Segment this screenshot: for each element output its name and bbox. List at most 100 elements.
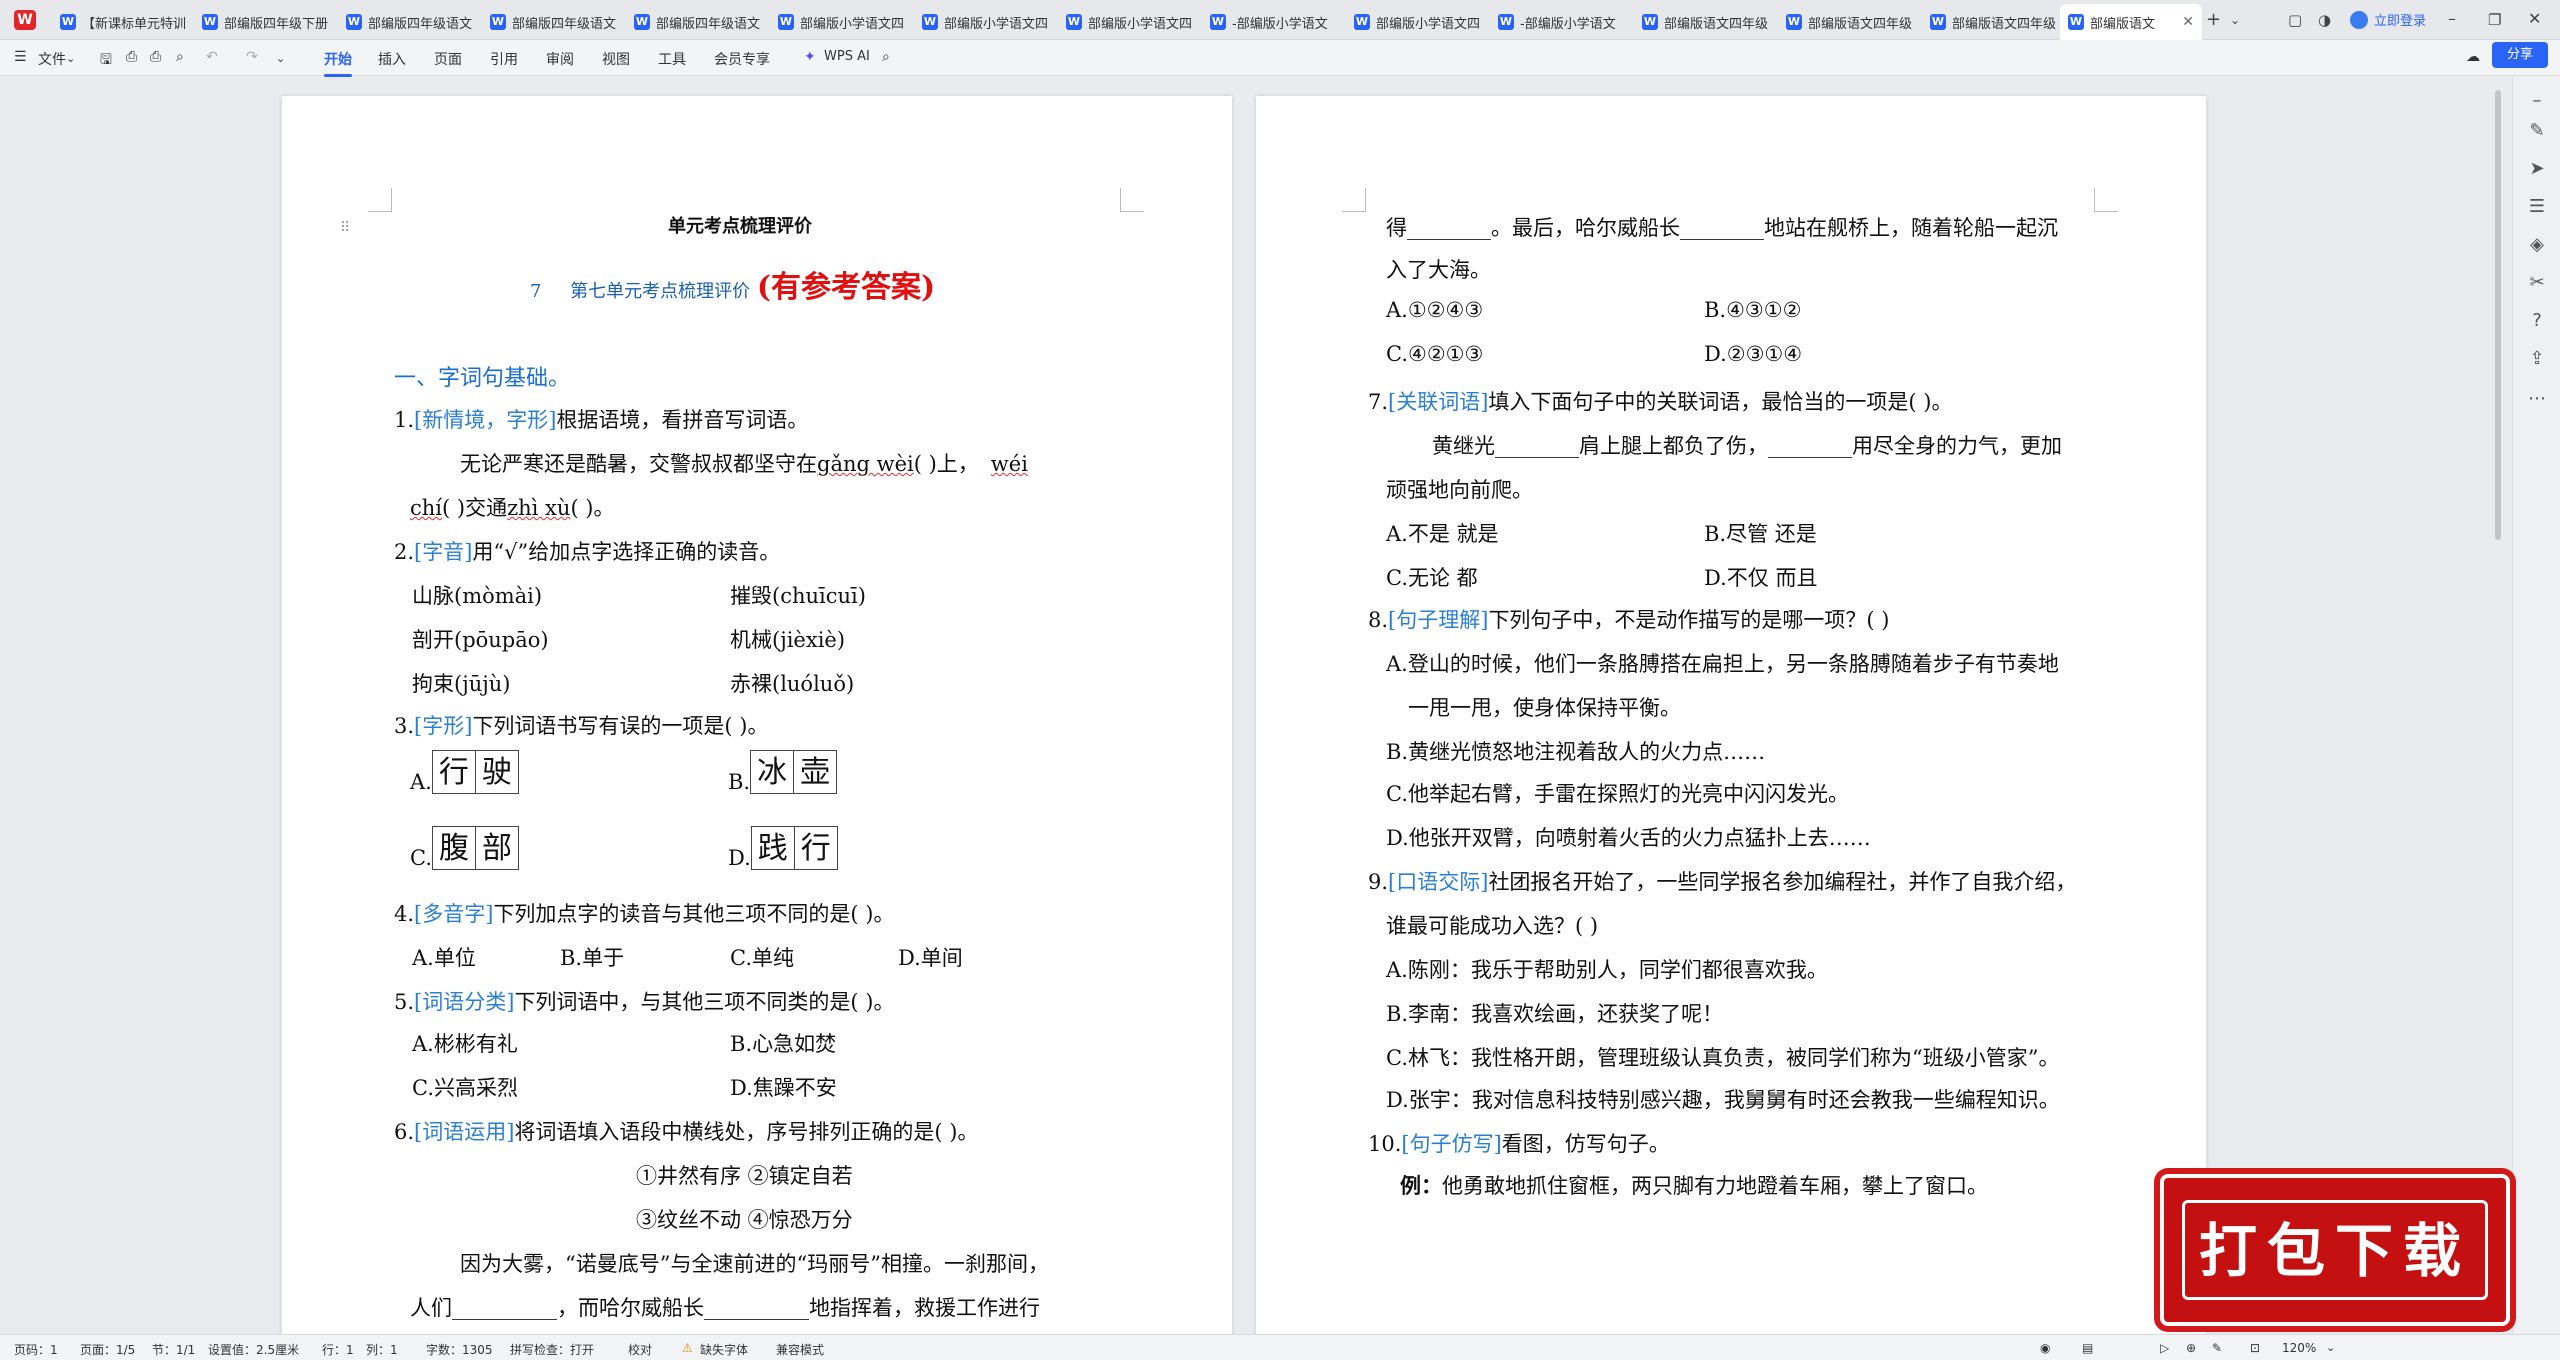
status-section[interactable]: 节：1/1	[152, 1341, 195, 1358]
document-tab[interactable]: W 部编版四年级语文	[482, 4, 624, 40]
skin-icon[interactable]: ◑	[2318, 11, 2331, 29]
right-sidebar: – ✎ ➤ ☰ ◈ ✂ ? ⇪ ⋯	[2512, 76, 2560, 1334]
wps-doc-icon: W	[1354, 14, 1370, 30]
window-restore-icon[interactable]: ▢	[2288, 11, 2302, 29]
export-pdf-icon[interactable]: ⎙	[126, 49, 137, 65]
q2-item: 摧毁(chuīcuī)	[730, 584, 866, 608]
wps-ai-icon[interactable]: ✦	[804, 49, 816, 65]
status-page[interactable]: 页码：1	[14, 1341, 58, 1358]
file-menu[interactable]: 文件	[38, 49, 66, 69]
print-icon[interactable]: ⎙	[150, 49, 161, 65]
login-button[interactable]: 立即登录	[2350, 10, 2426, 29]
document-tab[interactable]: W 部编版四年级语文	[626, 4, 768, 40]
status-spell-check[interactable]: 拼写检查：打开	[510, 1341, 594, 1358]
tools-icon[interactable]: ✂	[2527, 272, 2547, 293]
q7-sentence-2: 顽强地向前爬。	[1386, 478, 1533, 502]
document-tab[interactable]: W 部编版小学语文四	[1058, 4, 1200, 40]
cloud-sync-icon[interactable]: ☁	[2466, 49, 2480, 65]
document-tab[interactable]: W -部编版小学语文	[1490, 4, 1632, 40]
question-1-line-1: 无论严寒还是酷暑，交警叔叔都坚守在gǎng wèi( )上， wéi	[460, 452, 1028, 476]
question-9: 9.[口语交际]社团报名开始了，一些同学报名参加编程社，并作了自我介绍，	[1368, 870, 2077, 894]
tab-review[interactable]: 审阅	[546, 49, 574, 69]
wps-logo[interactable]: W	[14, 10, 36, 30]
document-tab[interactable]: W 部编版语文 ✕	[2060, 4, 2202, 40]
status-pages[interactable]: 页面：1/5	[80, 1341, 135, 1358]
share-side-icon[interactable]: ⇪	[2527, 348, 2547, 369]
tab-list-chevron-icon[interactable]: ⌄	[2230, 13, 2240, 27]
play-icon[interactable]: ▷	[2160, 1341, 2169, 1355]
document-tab[interactable]: W 【新课标单元特训	[52, 4, 194, 40]
tab-tools[interactable]: 工具	[658, 49, 686, 69]
wps-ai-button[interactable]: WPS AI	[824, 49, 870, 64]
q3-option-d: D. 践行	[728, 826, 838, 870]
collapse-icon[interactable]: –	[2527, 90, 2547, 111]
close-tab-icon[interactable]: ✕	[2182, 14, 2194, 30]
shape-icon[interactable]: ◈	[2527, 234, 2547, 255]
menu-icon[interactable]: ☰	[14, 49, 27, 65]
q7-option: B.尽管 还是	[1704, 522, 1817, 546]
minimize-icon[interactable]: –	[2448, 9, 2456, 28]
save-icon[interactable]: 🖫	[100, 49, 112, 73]
file-chevron-icon[interactable]: ⌄	[66, 52, 75, 65]
new-tab-icon[interactable]: +	[2206, 9, 2221, 30]
undo-icon[interactable]: ↶	[206, 49, 218, 65]
select-icon[interactable]: ➤	[2527, 158, 2547, 179]
zoom-chevron-icon[interactable]: ⌄	[2326, 1341, 2335, 1354]
more-chevron-icon[interactable]: ⌄	[276, 52, 285, 65]
maximize-icon[interactable]: ❐	[2488, 11, 2501, 29]
view-page-icon[interactable]: ▤	[2082, 1341, 2093, 1355]
status-missing-font[interactable]: 缺失字体	[700, 1341, 748, 1358]
document-tab[interactable]: W 部编版小学语文四	[1346, 4, 1488, 40]
format-icon[interactable]: ☰	[2527, 196, 2547, 217]
drag-handle-icon[interactable]: ⠿	[340, 220, 350, 236]
share-button[interactable]: 分享	[2492, 42, 2548, 68]
q8-option-c: C.他举起右臂，手雷在探照灯的光亮中闪闪发光。	[1386, 782, 1849, 806]
more-icon[interactable]: ⋯	[2527, 388, 2547, 409]
edit-icon[interactable]: ✎	[2527, 120, 2547, 141]
redo-icon[interactable]: ↷	[246, 49, 258, 65]
eye-protect-icon[interactable]: ◉	[2040, 1341, 2050, 1355]
scrollbar-thumb[interactable]	[2495, 90, 2501, 540]
download-banner[interactable]: 打包下载	[2160, 1174, 2510, 1326]
q7-option: C.无论 都	[1386, 566, 1478, 590]
q6-option: D.②③①④	[1704, 342, 1803, 366]
ribbon-menu: ☰ 文件 ⌄ 🖫 ⎙ ⎙ ⌕ ↶ ↷ ⌄ 开始 插入 页面 引用 审阅 视图 工…	[0, 40, 2560, 77]
document-tab[interactable]: W -部编版小学语文	[1202, 4, 1344, 40]
document-tab[interactable]: W 部编版四年级语文	[338, 4, 480, 40]
zoom-fit-icon[interactable]: ⊡	[2250, 1341, 2260, 1355]
status-word-count[interactable]: 字数：1305	[426, 1341, 493, 1358]
tab-view[interactable]: 视图	[602, 49, 630, 69]
corner-mark	[1342, 188, 1366, 212]
q6-paragraph-4: 入了大海。	[1386, 258, 1491, 282]
status-setting[interactable]: 设置值：2.5厘米	[208, 1341, 299, 1358]
zoom-level[interactable]: 120%	[2282, 1341, 2316, 1355]
tab-page[interactable]: 页面	[434, 49, 462, 69]
document-tab[interactable]: W 部编版语文四年级	[1778, 4, 1920, 40]
tab-member[interactable]: 会员专享	[714, 49, 770, 69]
question-9-cont: 谁最可能成功入选？( )	[1386, 914, 1599, 938]
print-preview-icon[interactable]: ⌕	[176, 49, 184, 65]
status-row[interactable]: 行：1	[322, 1341, 354, 1358]
warning-icon: ⚠	[682, 1341, 693, 1355]
status-compat-mode[interactable]: 兼容模式	[776, 1341, 824, 1358]
document-tab[interactable]: W 部编版语文四年级	[1922, 4, 2064, 40]
document-tab[interactable]: W 部编版小学语文四	[770, 4, 912, 40]
tab-references[interactable]: 引用	[490, 49, 518, 69]
vertical-scrollbar[interactable]	[2492, 76, 2504, 1334]
status-col[interactable]: 列：1	[366, 1341, 398, 1358]
pen-icon[interactable]: ✎	[2212, 1341, 2222, 1355]
tab-insert[interactable]: 插入	[378, 49, 406, 69]
search-icon[interactable]: ⌕	[882, 49, 890, 65]
document-tab[interactable]: W 部编版语文四年级	[1634, 4, 1776, 40]
q4-option: D.单间	[898, 946, 963, 970]
help-icon[interactable]: ?	[2527, 310, 2547, 331]
status-proof[interactable]: 校对	[628, 1341, 652, 1358]
document-tab[interactable]: W 部编版四年级下册	[194, 4, 336, 40]
question-4: 4.[多音字]下列加点字的读音与其他三项不同的是( )。	[394, 902, 895, 926]
close-window-icon[interactable]: ✕	[2528, 9, 2541, 28]
tab-home[interactable]: 开始	[324, 49, 352, 77]
wps-doc-icon: W	[2068, 14, 2084, 30]
web-view-icon[interactable]: ⊕	[2186, 1341, 2196, 1355]
document-tab[interactable]: W 部编版小学语文四	[914, 4, 1056, 40]
q8-option-d: D.他张开双臂，向喷射着火舌的火力点猛扑上去……	[1386, 826, 1871, 850]
